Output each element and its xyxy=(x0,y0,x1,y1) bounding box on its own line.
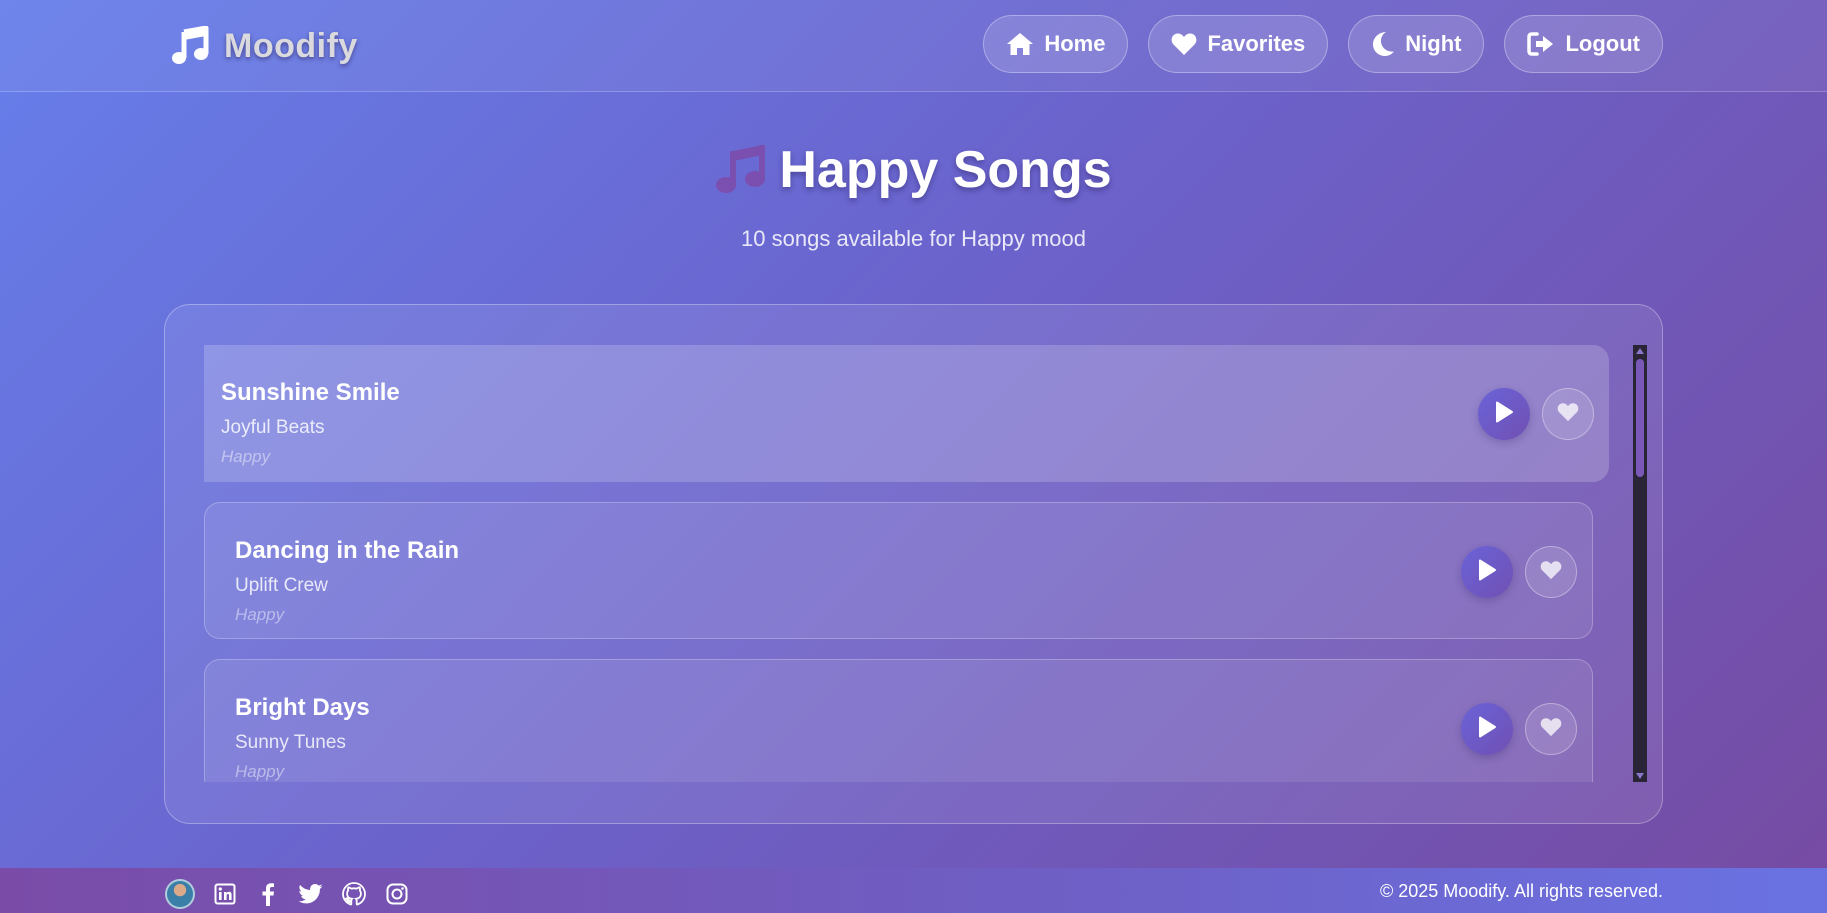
heart-icon xyxy=(1540,560,1562,585)
navbar: Moodify Home Favorites Night Logout xyxy=(0,0,1827,92)
music-note-icon xyxy=(170,26,210,66)
song-artist: Uplift Crew xyxy=(235,575,328,596)
song-title: Bright Days xyxy=(235,694,370,721)
page-title: Happy Songs xyxy=(779,141,1112,199)
song-artist: Sunny Tunes xyxy=(235,732,346,753)
logout-icon xyxy=(1527,32,1555,56)
page-header: Happy Songs 10 songs available for Happy… xyxy=(0,140,1827,252)
avatar[interactable] xyxy=(165,879,195,909)
play-button[interactable] xyxy=(1461,546,1513,598)
facebook-icon[interactable] xyxy=(255,881,281,907)
nav-home-label: Home xyxy=(1044,31,1106,56)
nav-links: Home Favorites Night Logout xyxy=(983,15,1663,73)
music-note-icon xyxy=(715,141,767,200)
nav-night-button[interactable]: Night xyxy=(1348,15,1485,73)
footer: © 2025 Moodify. All rights reserved. xyxy=(0,868,1827,913)
twitter-icon[interactable] xyxy=(298,881,324,907)
song-actions xyxy=(1461,703,1577,755)
play-button[interactable] xyxy=(1478,388,1530,440)
favorite-button[interactable] xyxy=(1525,703,1577,755)
song-info: Sunshine Smile Joyful Beats Happy xyxy=(221,379,400,467)
linkedin-icon[interactable] xyxy=(212,881,238,907)
home-icon xyxy=(1006,32,1034,56)
song-list-panel: Sunshine Smile Joyful Beats Happy Dancin… xyxy=(164,304,1663,824)
song-card[interactable]: Sunshine Smile Joyful Beats Happy xyxy=(204,345,1609,482)
github-icon[interactable] xyxy=(341,881,367,907)
title-row: Happy Songs xyxy=(715,140,1112,200)
scroll-thumb[interactable] xyxy=(1636,359,1644,477)
song-actions xyxy=(1461,546,1577,598)
favorite-button[interactable] xyxy=(1525,546,1577,598)
social-links xyxy=(165,879,410,909)
play-icon xyxy=(1477,716,1497,743)
heart-icon xyxy=(1540,717,1562,742)
heart-icon xyxy=(1557,402,1579,427)
song-info: Bright Days Sunny Tunes Happy xyxy=(235,694,370,782)
song-actions xyxy=(1478,388,1594,440)
moon-icon xyxy=(1371,31,1395,57)
brand-name: Moodify xyxy=(224,26,358,65)
song-count-subtitle: 10 songs available for Happy mood xyxy=(741,226,1086,251)
brand-logo[interactable]: Moodify xyxy=(170,24,358,68)
copyright-text: © 2025 Moodify. All rights reserved. xyxy=(1379,881,1663,901)
scroll-up-arrow[interactable] xyxy=(1636,348,1644,354)
song-card[interactable]: Bright Days Sunny Tunes Happy xyxy=(204,659,1593,782)
nav-logout-button[interactable]: Logout xyxy=(1504,15,1663,73)
nav-logout-label: Logout xyxy=(1565,31,1640,56)
favorite-button[interactable] xyxy=(1542,388,1594,440)
song-mood: Happy xyxy=(221,447,271,466)
song-mood: Happy xyxy=(235,605,285,624)
play-icon xyxy=(1477,559,1497,586)
song-card[interactable]: Dancing in the Rain Uplift Crew Happy xyxy=(204,502,1593,639)
song-info: Dancing in the Rain Uplift Crew Happy xyxy=(235,537,459,625)
song-list-viewport[interactable]: Sunshine Smile Joyful Beats Happy Dancin… xyxy=(204,345,1647,782)
scrollbar[interactable] xyxy=(1633,345,1647,782)
instagram-icon[interactable] xyxy=(384,881,410,907)
nav-favorites-label: Favorites xyxy=(1207,31,1306,56)
heart-icon xyxy=(1171,32,1197,56)
song-artist: Joyful Beats xyxy=(221,417,325,438)
scroll-down-arrow[interactable] xyxy=(1636,773,1644,779)
song-mood: Happy xyxy=(235,762,285,781)
nav-home-button[interactable]: Home xyxy=(983,15,1129,73)
nav-favorites-button[interactable]: Favorites xyxy=(1148,15,1329,73)
song-title: Dancing in the Rain xyxy=(235,537,460,564)
play-button[interactable] xyxy=(1461,703,1513,755)
nav-night-label: Night xyxy=(1405,31,1462,56)
song-title: Sunshine Smile xyxy=(221,379,400,406)
play-icon xyxy=(1494,401,1514,428)
